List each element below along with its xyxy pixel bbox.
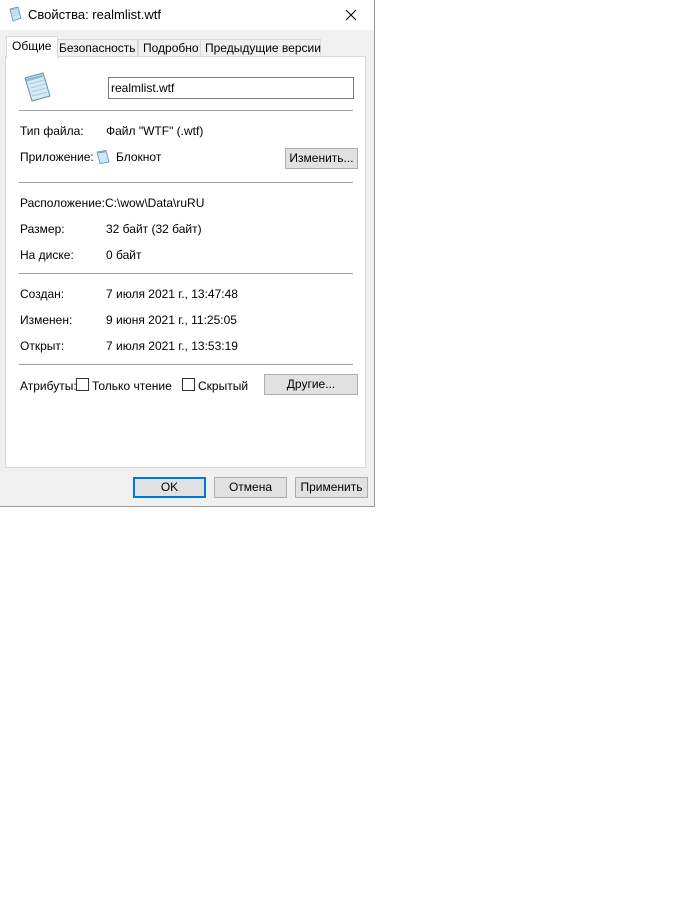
- created-label: Создан:: [20, 287, 65, 301]
- created-value: 7 июля 2021 г., 13:47:48: [106, 287, 238, 301]
- tab-previous-versions[interactable]: Предыдущие версии: [200, 39, 321, 57]
- hidden-checkbox[interactable]: [182, 378, 195, 391]
- opened-label: Открыт:: [20, 339, 65, 353]
- divider: [19, 110, 353, 111]
- modified-label: Изменен:: [20, 313, 73, 327]
- file-type-label: Тип файла:: [20, 124, 84, 138]
- attributes-label: Атрибуты:: [20, 379, 77, 393]
- divider: [19, 273, 353, 274]
- location-label: Расположение:: [20, 196, 105, 210]
- tab-general[interactable]: Общие: [6, 36, 58, 58]
- notepad-icon: [96, 150, 110, 164]
- divider: [19, 182, 353, 183]
- change-app-button[interactable]: Изменить...: [285, 148, 358, 169]
- readonly-checkbox[interactable]: [76, 378, 89, 391]
- window-title: Свойства: realmlist.wtf: [28, 7, 161, 22]
- properties-dialog: Свойства: realmlist.wtf Общие Безопаснос…: [0, 0, 375, 507]
- close-icon: [345, 9, 357, 21]
- general-panel: Тип файла: Файл "WTF" (.wtf) Приложение:…: [5, 56, 366, 468]
- disk-size-value: 0 байт: [106, 248, 142, 262]
- opened-value: 7 июля 2021 г., 13:53:19: [106, 339, 238, 353]
- tab-details[interactable]: Подробно: [138, 39, 202, 57]
- size-value: 32 байт (32 байт): [106, 222, 202, 236]
- disk-size-label: На диске:: [20, 248, 74, 262]
- size-label: Размер:: [20, 222, 65, 236]
- notepad-document-icon: [24, 72, 51, 102]
- close-button[interactable]: [328, 0, 374, 30]
- app-label: Приложение:: [20, 150, 94, 164]
- hidden-label[interactable]: Скрытый: [198, 379, 248, 393]
- divider: [19, 364, 353, 365]
- location-value: C:\wow\Data\ruRU: [105, 196, 205, 210]
- app-value: Блокнот: [116, 150, 162, 164]
- title-bar[interactable]: Свойства: realmlist.wtf: [0, 0, 374, 30]
- ok-button[interactable]: OK: [133, 477, 206, 498]
- readonly-label[interactable]: Только чтение: [92, 379, 172, 393]
- modified-value: 9 июня 2021 г., 11:25:05: [106, 313, 237, 327]
- apply-button[interactable]: Применить: [295, 477, 368, 498]
- notepad-document-icon: [9, 6, 22, 22]
- tab-security[interactable]: Безопасность: [54, 39, 138, 57]
- cancel-button[interactable]: Отмена: [214, 477, 287, 498]
- file-name-input[interactable]: [108, 77, 354, 99]
- file-type-value: Файл "WTF" (.wtf): [106, 124, 204, 138]
- advanced-attributes-button[interactable]: Другие...: [264, 374, 358, 395]
